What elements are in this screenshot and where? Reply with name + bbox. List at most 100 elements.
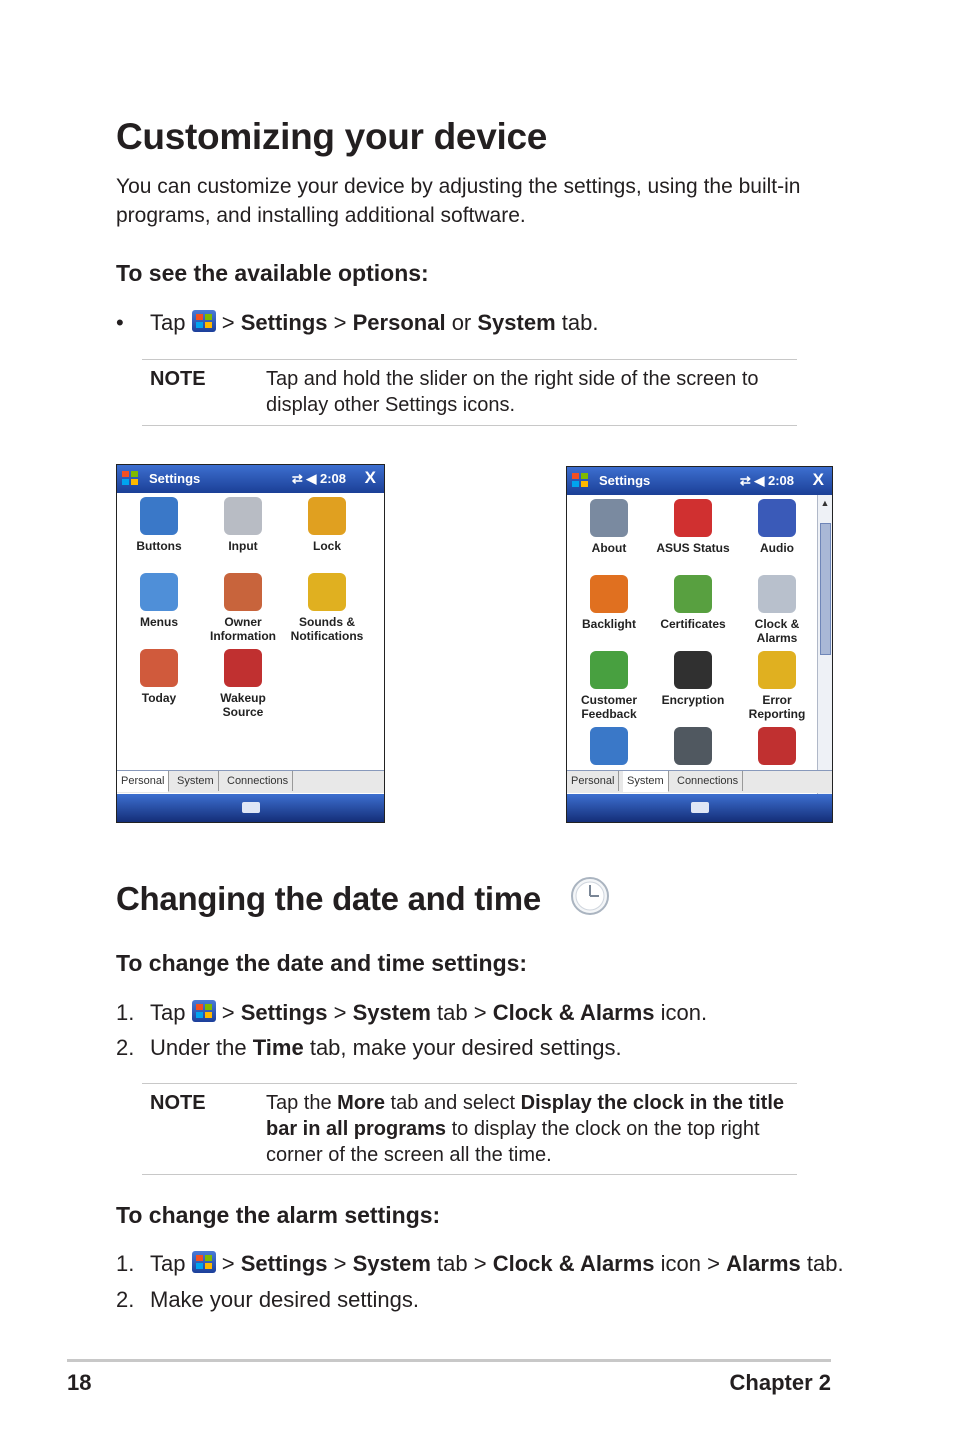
settings-item[interactable]: ASUS Status bbox=[651, 499, 735, 555]
keyboard-icon bbox=[224, 497, 262, 535]
settings-item[interactable]: Buttons bbox=[117, 497, 201, 553]
settings-item[interactable]: Input bbox=[201, 497, 285, 553]
more-term: More bbox=[337, 1092, 385, 1114]
settings-item-label: Sounds & Notifications bbox=[290, 615, 364, 643]
clock-readout: 2:08 bbox=[767, 473, 794, 488]
separator: > bbox=[333, 1251, 347, 1276]
date-time-step-1: 1. Tap > Settings > System tab > Clock & … bbox=[116, 1000, 707, 1026]
settings-item[interactable]: Audio bbox=[735, 499, 819, 555]
error-reporting-icon bbox=[758, 651, 796, 689]
step-number: 2. bbox=[116, 1287, 135, 1312]
step-text: Under the bbox=[150, 1035, 247, 1060]
note-text-part: Tap the bbox=[266, 1092, 332, 1114]
today-icon bbox=[140, 649, 178, 687]
section-title-date-time: Changing the date and time bbox=[116, 880, 541, 917]
tap-text: Tap bbox=[150, 310, 186, 335]
tab-text: tab bbox=[437, 1251, 468, 1276]
settings-system-screenshot: Settings ⇄ ◀ 2:08 X About ASUS Status Audi… bbox=[566, 466, 833, 823]
keyboard-icon[interactable] bbox=[241, 802, 260, 813]
settings-item-label: Encryption bbox=[661, 693, 725, 707]
connectivity-icon: ⇄ bbox=[739, 473, 751, 488]
note-label: NOTE bbox=[150, 368, 206, 390]
encryption-icon bbox=[674, 651, 712, 689]
windows-start-icon bbox=[571, 472, 589, 490]
personal-term: Personal bbox=[352, 310, 446, 335]
settings-item[interactable]: Customer Feedback bbox=[567, 651, 651, 721]
tab-connections[interactable]: Connections bbox=[673, 771, 744, 791]
close-button[interactable]: X bbox=[365, 468, 376, 488]
scroll-thumb[interactable] bbox=[820, 523, 831, 655]
settings-item[interactable]: Clock & Alarms bbox=[735, 575, 819, 645]
or-text: or bbox=[451, 310, 472, 335]
settings-item-label: Today bbox=[141, 691, 177, 705]
alarm-heading: To change the alarm settings: bbox=[116, 1202, 441, 1228]
tab-text: tab bbox=[437, 1000, 468, 1025]
clock-alarms-term: Clock & Alarms bbox=[492, 1000, 655, 1025]
scroll-up-icon[interactable]: ▲ bbox=[819, 497, 831, 509]
alarms-term: Alarms bbox=[726, 1251, 801, 1276]
tab-system[interactable]: System bbox=[173, 771, 219, 791]
settings-item[interactable]: Lock bbox=[285, 497, 369, 553]
buttons-icon bbox=[140, 497, 178, 535]
wakeup-icon bbox=[224, 649, 262, 687]
intro-paragraph: You can customize your device by adjusti… bbox=[116, 175, 801, 227]
keyboard-icon[interactable] bbox=[690, 802, 709, 813]
settings-item-label: Customer Feedback bbox=[580, 693, 637, 721]
settings-item[interactable] bbox=[651, 727, 735, 769]
clock-alarms-term: Clock & Alarms bbox=[492, 1251, 655, 1276]
separator: > bbox=[221, 1000, 235, 1025]
note-text: Tap the More tab and select Display the … bbox=[266, 1090, 786, 1168]
soft-key-bar bbox=[117, 794, 384, 822]
settings-item-label: Input bbox=[228, 539, 258, 553]
windows-start-icon bbox=[191, 1251, 216, 1273]
settings-item[interactable] bbox=[735, 727, 819, 769]
tab-personal[interactable]: Personal bbox=[117, 771, 170, 792]
settings-item[interactable]: Menus bbox=[117, 573, 201, 629]
date-time-heading: To change the date and time settings: bbox=[116, 950, 528, 976]
settings-item[interactable]: Today bbox=[117, 649, 201, 705]
settings-item[interactable]: Error Reporting bbox=[735, 651, 819, 721]
settings-item-label: Wakeup Source bbox=[220, 691, 266, 719]
windows-start-icon bbox=[191, 310, 216, 332]
windows-start-icon bbox=[191, 1000, 216, 1022]
tab-system[interactable]: System bbox=[623, 771, 669, 792]
scrollbar[interactable]: ▲ ▼ bbox=[817, 495, 832, 797]
alarm-step-2: 2. Make your desired settings. bbox=[116, 1287, 419, 1313]
note-divider-top bbox=[142, 1083, 797, 1084]
globe-icon bbox=[590, 727, 628, 765]
step-number: 1. bbox=[116, 1251, 135, 1276]
system-term: System bbox=[352, 1000, 431, 1025]
settings-item[interactable]: Encryption bbox=[651, 651, 735, 707]
separator: > bbox=[221, 310, 235, 335]
settings-term: Settings bbox=[240, 1251, 328, 1276]
settings-item[interactable]: Owner Information bbox=[201, 573, 285, 643]
settings-item[interactable]: Sounds & Notifications bbox=[285, 573, 369, 643]
settings-item[interactable]: Wakeup Source bbox=[201, 649, 285, 719]
connectivity-icon: ⇄ bbox=[291, 471, 303, 486]
tap-text: Tap bbox=[150, 1251, 186, 1276]
settings-item-label: Owner Information bbox=[210, 615, 276, 643]
tab-strip: Personal System Connections bbox=[117, 770, 384, 793]
settings-item-label: Buttons bbox=[136, 539, 182, 553]
settings-item-label: Error Reporting bbox=[748, 693, 806, 721]
settings-item-label: Menus bbox=[139, 615, 178, 629]
note-text-part: tab and select bbox=[390, 1092, 516, 1114]
tab-text: tab. bbox=[561, 310, 599, 335]
available-options-step: • Tap > Settings > Personal or System tab… bbox=[116, 310, 598, 336]
settings-item[interactable]: About bbox=[567, 499, 651, 555]
audio-icon bbox=[758, 499, 796, 537]
title-bar: Settings ⇄ ◀ 2:08 X bbox=[567, 467, 832, 495]
separator: > bbox=[333, 1000, 347, 1025]
settings-item[interactable] bbox=[567, 727, 651, 769]
settings-item[interactable]: Certificates bbox=[651, 575, 735, 631]
tab-personal[interactable]: Personal bbox=[567, 771, 620, 791]
settings-item-label: ASUS Status bbox=[656, 541, 730, 555]
note-label: NOTE bbox=[150, 1092, 206, 1114]
settings-item[interactable]: Backlight bbox=[567, 575, 651, 631]
separator: > bbox=[707, 1251, 721, 1276]
title-bar-title: Settings bbox=[149, 471, 201, 486]
title-bar: Settings ⇄ ◀ 2:08 X bbox=[117, 465, 384, 493]
close-button[interactable]: X bbox=[813, 470, 824, 490]
tab-connections[interactable]: Connections bbox=[223, 771, 294, 791]
memory-icon bbox=[674, 727, 712, 765]
